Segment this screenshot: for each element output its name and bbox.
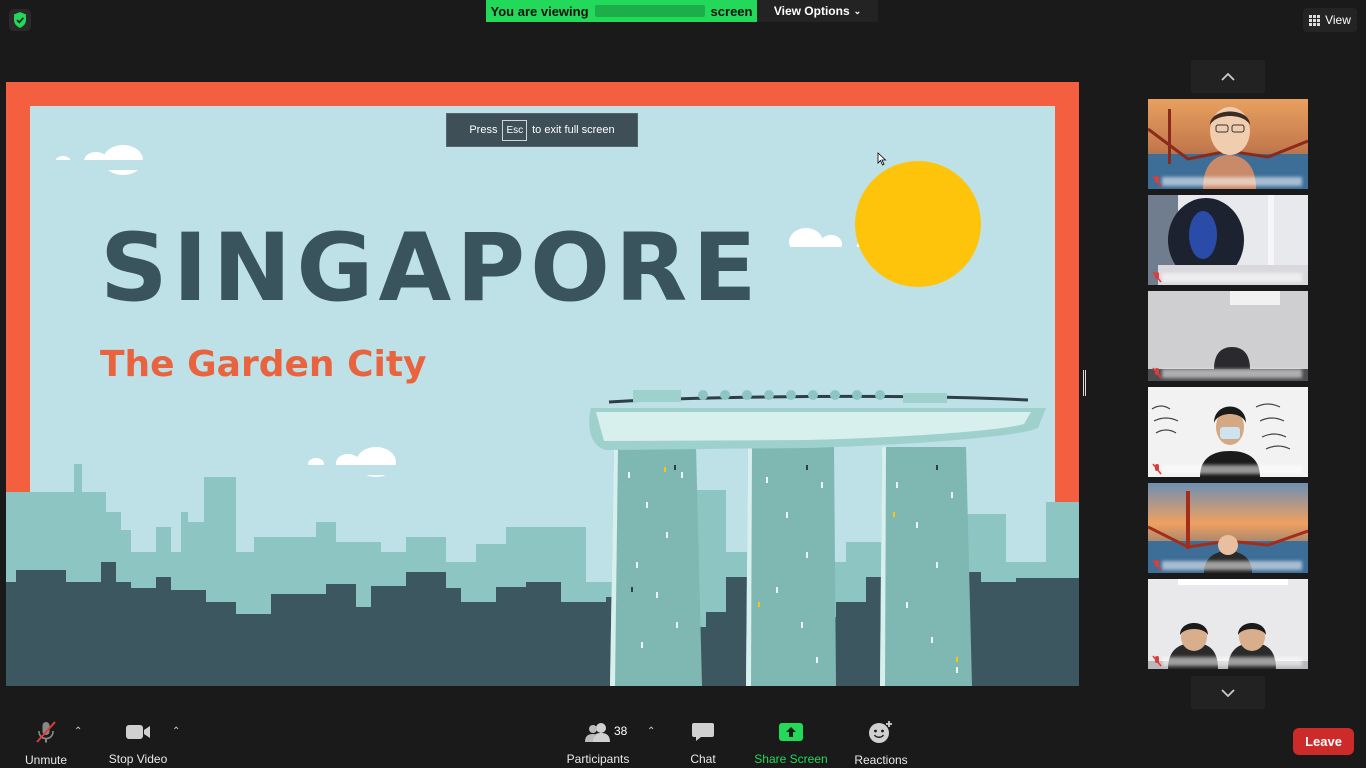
video-frame [1148,387,1308,477]
share-screen-button[interactable]: Share Screen [754,720,828,766]
slide-subtitle: The Garden City [100,344,427,385]
viewing-prefix: You are viewing [490,3,589,19]
participant-video-tile[interactable] [1148,291,1308,381]
grid-icon [1309,14,1321,26]
reactions-label: Reactions [854,753,908,767]
gallery-scroll-down-button[interactable] [1191,676,1265,709]
viewing-suffix: screen [710,3,753,19]
esc-key: Esc [502,119,528,141]
security-shield-icon[interactable] [9,9,31,31]
microphone-muted-icon [36,721,56,743]
video-camera-icon [126,724,150,739]
participants-label: Participants [566,752,630,766]
chat-bubble-icon [692,722,714,741]
shared-screen: SINGAPORE The Garden City Press Esc to e… [6,82,1079,686]
participant-video-tile[interactable] [1148,195,1308,285]
view-options-button[interactable]: View Options ⌄ [757,0,878,22]
audio-options-caret-icon[interactable]: ⌃ [74,726,82,737]
video-frame [1148,483,1308,573]
participant-name-redacted [1162,657,1302,666]
mic-muted-icon [1152,367,1162,379]
panel-splitter-handle[interactable] [1083,370,1086,396]
mic-muted-icon [1152,655,1162,667]
mic-muted-icon [1152,271,1162,283]
participants-count: 38 [614,724,628,738]
video-options-caret-icon[interactable]: ⌃ [172,726,180,737]
share-screen-label: Share Screen [754,752,828,766]
participant-name-redacted [1162,369,1302,378]
unmute-button[interactable]: Unmute [20,720,72,767]
view-label: View [1325,13,1351,27]
participant-video-tile[interactable] [1148,99,1308,189]
video-frame [1148,291,1308,381]
video-frame [1148,99,1308,189]
chevron-down-icon [1221,688,1235,697]
chat-button[interactable]: Chat [684,720,722,766]
participant-name-redacted [1162,177,1302,186]
participant-video-tile[interactable] [1148,387,1308,477]
mic-muted-icon [1152,175,1162,187]
participant-video-tile[interactable] [1148,579,1308,669]
view-options-label: View Options [773,4,850,18]
video-frame [1148,195,1308,285]
mic-muted-icon [1152,559,1162,571]
stop-video-label: Stop Video [108,752,168,766]
smiley-plus-icon [869,721,892,743]
participant-video-tile[interactable] [1148,483,1308,573]
chevron-up-icon [1221,72,1235,81]
esc-hint-suffix: to exit full screen [532,124,615,136]
stop-video-button[interactable]: Stop Video [104,720,172,766]
chat-label: Chat [690,752,716,766]
reactions-button[interactable]: Reactions [852,720,910,767]
redacted-presenter-name [594,5,705,17]
viewing-screen-banner: You are viewing screen [486,0,757,22]
participants-icon [585,722,610,742]
exit-fullscreen-hint: Press Esc to exit full screen [446,113,638,147]
mic-muted-icon [1152,463,1162,475]
esc-hint-prefix: Press [469,124,498,136]
share-screen-icon [779,722,803,741]
view-button[interactable]: View [1303,8,1357,32]
participant-name-redacted [1162,273,1302,282]
unmute-label: Unmute [24,753,68,767]
chevron-down-icon: ⌄ [853,5,862,16]
participant-name-redacted [1162,465,1302,474]
gallery-scroll-up-button[interactable] [1191,60,1265,93]
mouse-cursor-icon [877,152,887,166]
video-frame [1148,579,1308,669]
participants-options-caret-icon[interactable]: ⌃ [647,726,655,737]
participant-name-redacted [1162,561,1302,570]
leave-button[interactable]: Leave [1293,728,1354,755]
slide-title: SINGAPORE [100,214,762,323]
